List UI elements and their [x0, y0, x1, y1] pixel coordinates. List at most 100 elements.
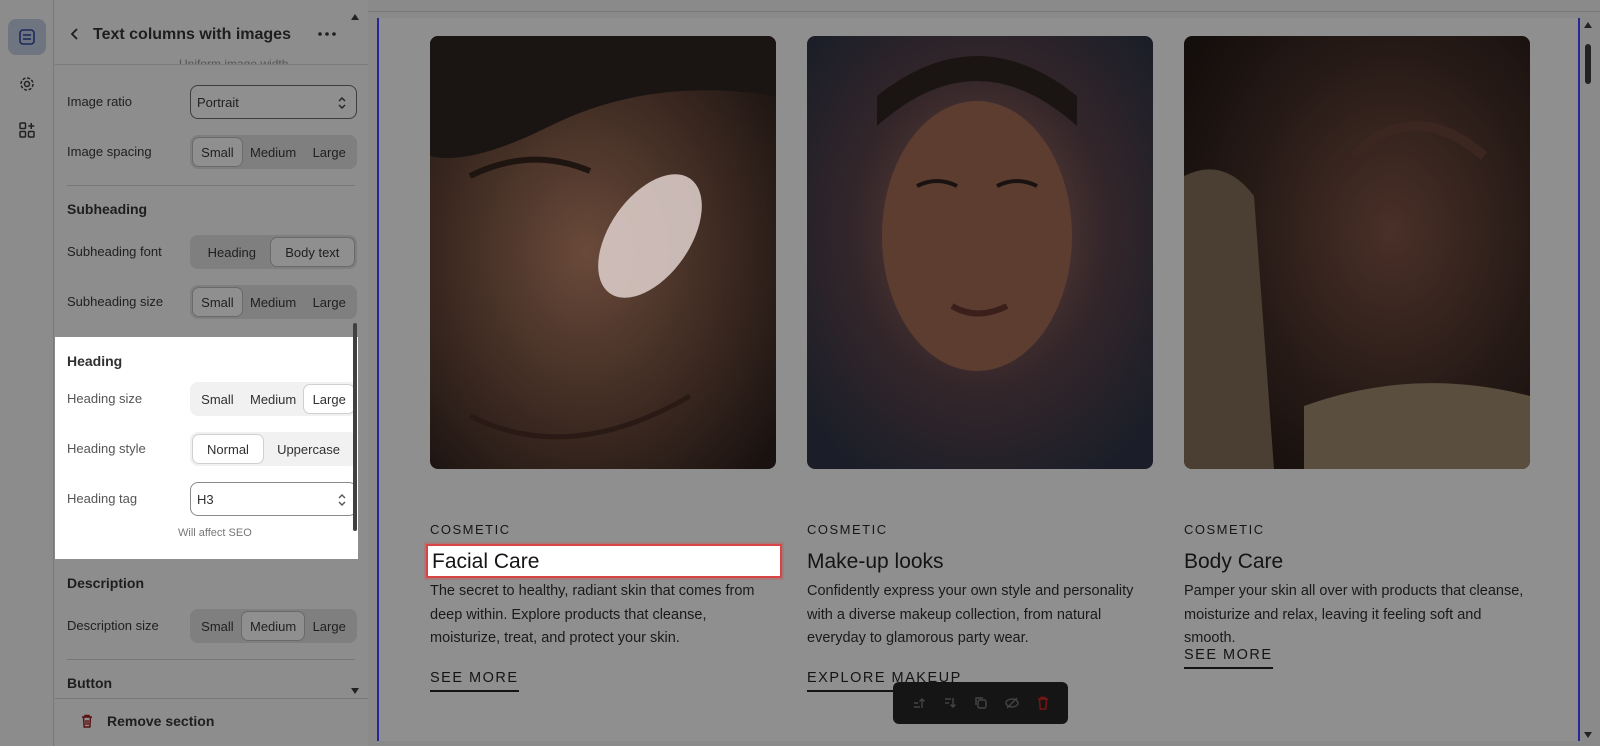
apps-icon: [19, 122, 35, 138]
column-description: The secret to healthy, radiant skin that…: [430, 583, 755, 646]
description-size-medium[interactable]: Medium: [241, 612, 305, 640]
heading-size-large[interactable]: Large: [304, 385, 354, 413]
description-size-row: Description size Small Medium Large: [67, 609, 359, 643]
heading-tag-row: Heading tag H3: [67, 482, 359, 516]
apps-button[interactable]: [8, 112, 46, 148]
preview-scroll-up-icon[interactable]: [1584, 22, 1592, 28]
description-size-small[interactable]: Small: [193, 612, 242, 640]
image-spacing-small[interactable]: Small: [193, 138, 242, 166]
settings-button[interactable]: [8, 66, 46, 102]
heading-size-small[interactable]: Small: [193, 385, 242, 413]
heading-tag-hint: Will affect SEO: [178, 527, 252, 539]
panel-header: Text columns with images: [55, 14, 368, 58]
panel-footer: Remove section: [55, 698, 368, 746]
heading-tag-label: Heading tag: [67, 491, 138, 506]
subheading-size-segmented: Small Medium Large: [190, 285, 357, 319]
sections-icon: [19, 29, 35, 45]
heading-size-row: Heading size Small Medium Large: [67, 382, 359, 416]
column-image-body-care: [1184, 36, 1530, 469]
subheading-font-label: Subheading font: [67, 244, 162, 259]
body-care-image: [1184, 36, 1530, 469]
panel-title: Text columns with images: [93, 26, 291, 43]
description-section-title: Description: [67, 575, 145, 591]
column-facial-care[interactable]: COSMETIC Facial Care The secret to healt…: [426, 36, 782, 692]
subheading-size-label: Subheading size: [67, 294, 164, 309]
heading-style-row: Heading style Normal Uppercase: [67, 432, 359, 466]
preview-scrollbar[interactable]: [1585, 44, 1591, 84]
image-ratio-select[interactable]: Portrait: [190, 85, 357, 119]
more-options-icon[interactable]: [315, 24, 339, 44]
remove-section-label: Remove section: [107, 713, 215, 729]
column-body-care[interactable]: COSMETIC Body Care Pamper your skin all …: [1184, 36, 1530, 669]
description-size-label: Description size: [67, 618, 159, 633]
column-makeup[interactable]: COSMETIC Make-up looks Confidently expre…: [807, 36, 1153, 692]
chevron-left-icon[interactable]: [67, 26, 83, 42]
header-divider: [55, 64, 368, 65]
select-arrows-icon: [338, 494, 346, 506]
preview-canvas: COSMETIC Facial Care The secret to healt…: [377, 18, 1580, 741]
column-image-facial-care: [430, 36, 776, 469]
description-size-large[interactable]: Large: [304, 612, 354, 640]
column-heading[interactable]: Body Care: [1184, 550, 1283, 574]
makeup-portrait-image: [807, 36, 1153, 469]
delete-icon[interactable]: [1034, 694, 1052, 712]
see-more-link[interactable]: SEE MORE: [430, 670, 519, 692]
heading-style-label: Heading style: [67, 441, 146, 456]
column-heading[interactable]: Make-up looks: [807, 550, 944, 574]
image-ratio-label: Image ratio: [67, 94, 133, 109]
image-spacing-label: Image spacing: [67, 144, 152, 159]
subheading-size-row: Subheading size Small Medium Large: [67, 285, 359, 319]
heading-tag-select[interactable]: H3: [190, 482, 357, 516]
move-up-icon[interactable]: [910, 694, 928, 712]
button-section-title: Button: [67, 675, 113, 691]
image-spacing-segmented: Small Medium Large: [190, 135, 357, 169]
subheading-size-small[interactable]: Small: [193, 288, 242, 316]
heading-section-title: Heading: [67, 353, 123, 369]
remove-section-button[interactable]: Remove section: [79, 713, 214, 729]
move-down-icon[interactable]: [941, 694, 959, 712]
subheading-font-row: Subheading font Heading Body text: [67, 235, 359, 269]
uniform-width-label: Uniform image width: [179, 57, 289, 64]
column-kicker: COSMETIC: [1184, 522, 1265, 537]
heading-size-segmented: Small Medium Large: [190, 382, 357, 416]
subheading-font-heading[interactable]: Heading: [193, 238, 271, 266]
column-kicker: COSMETIC: [430, 522, 511, 537]
settings-panel: Text columns with images Uniform image w…: [55, 0, 368, 746]
heading-settings-card: Heading Heading size Small Medium Large …: [55, 337, 358, 559]
heading-size-label: Heading size: [67, 391, 143, 406]
icon-rail: [0, 0, 54, 746]
heading-style-segmented: Normal Uppercase: [190, 432, 357, 466]
see-more-link[interactable]: SEE MORE: [1184, 647, 1273, 669]
select-arrows-icon: [338, 97, 346, 109]
scroll-down-icon[interactable]: [351, 688, 359, 694]
image-spacing-medium[interactable]: Medium: [242, 138, 305, 166]
sections-button[interactable]: [8, 19, 46, 55]
panel-scrollbar[interactable]: [353, 323, 357, 531]
image-spacing-row: Image spacing Small Medium Large: [67, 135, 359, 169]
duplicate-icon[interactable]: [972, 694, 990, 712]
block-toolbar: [893, 682, 1068, 724]
image-ratio-value: Portrait: [197, 95, 239, 110]
column-heading-selected[interactable]: Facial Care: [426, 544, 782, 578]
scroll-up-icon[interactable]: [351, 14, 359, 20]
subheading-size-large[interactable]: Large: [304, 288, 354, 316]
hide-icon[interactable]: [1003, 694, 1021, 712]
column-kicker: COSMETIC: [807, 522, 888, 537]
subheading-font-body-text[interactable]: Body text: [270, 238, 355, 266]
preview-topbar: [368, 0, 1600, 12]
heading-style-uppercase[interactable]: Uppercase: [263, 435, 354, 463]
preview-scroll-down-icon[interactable]: [1584, 732, 1592, 738]
subheading-section-title: Subheading: [67, 201, 148, 217]
divider: [67, 659, 355, 660]
heading-tag-value: H3: [197, 492, 214, 507]
image-ratio-row: Image ratio Portrait: [67, 85, 359, 119]
image-spacing-large[interactable]: Large: [304, 138, 354, 166]
heading-style-normal[interactable]: Normal: [193, 435, 264, 463]
face-cream-image: [430, 36, 776, 469]
gear-icon: [20, 77, 34, 91]
column-image-makeup: [807, 36, 1153, 469]
subheading-size-medium[interactable]: Medium: [242, 288, 305, 316]
heading-size-medium[interactable]: Medium: [242, 385, 305, 413]
subheading-font-segmented: Heading Body text: [190, 235, 357, 269]
column-description: Confidently express your own style and p…: [807, 583, 1134, 646]
